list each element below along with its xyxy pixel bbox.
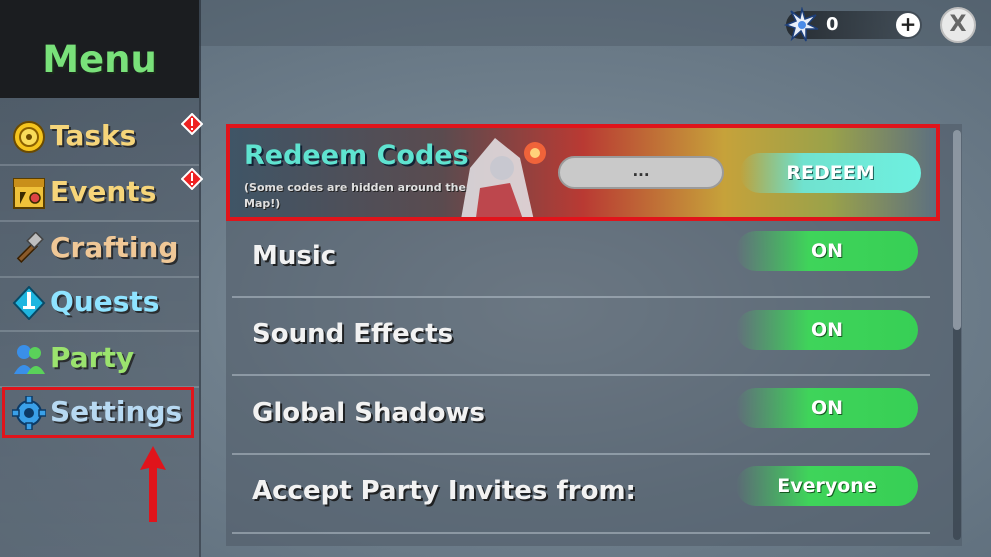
quest-sword-icon xyxy=(12,286,46,320)
setting-label: Accept Party Invites from: xyxy=(252,476,636,506)
sidebar: Menu Tasks Events Crafting Quests Party … xyxy=(0,0,201,557)
sidebar-item-events[interactable]: Events xyxy=(0,166,199,222)
music-toggle[interactable]: ON xyxy=(736,231,918,271)
code-input[interactable]: ... xyxy=(558,156,724,189)
settings-highlight-box xyxy=(2,387,194,438)
next-setting-row xyxy=(232,532,930,554)
currency-display: 0 + xyxy=(784,7,922,42)
sidebar-item-label: Crafting xyxy=(50,231,179,264)
sidebar-item-crafting[interactable]: Crafting xyxy=(0,222,199,278)
sidebar-item-party[interactable]: Party xyxy=(0,332,199,388)
sidebar-item-label: Quests xyxy=(50,285,160,318)
setting-row-sound-effects: Sound Effects ON xyxy=(232,299,930,376)
menu-header: Menu xyxy=(0,0,199,98)
redeem-codes-row: Redeem Codes (Some codes are hidden arou… xyxy=(226,124,940,221)
sidebar-item-label: Tasks xyxy=(50,119,137,152)
events-calendar-icon xyxy=(13,178,45,209)
annotation-arrow-icon xyxy=(140,446,166,522)
global-shadows-toggle[interactable]: ON xyxy=(736,388,918,428)
party-people-icon xyxy=(14,345,45,374)
setting-row-global-shadows: Global Shadows ON xyxy=(232,378,930,455)
hammer-icon xyxy=(16,232,44,263)
crystal-currency-icon xyxy=(784,7,819,42)
menu-title: Menu xyxy=(42,38,157,81)
setting-row-music: Music ON xyxy=(232,221,930,298)
redeem-codes-hint: (Some codes are hidden around the Map!) xyxy=(244,181,466,210)
sidebar-item-label: Party xyxy=(50,341,135,374)
sidebar-item-label: Events xyxy=(50,175,157,208)
sound-effects-toggle[interactable]: ON xyxy=(736,310,918,350)
currency-amount: 0 xyxy=(826,14,839,35)
setting-row-party-invites: Accept Party Invites from: Everyone xyxy=(232,456,930,533)
party-invites-selector[interactable]: Everyone xyxy=(736,466,918,506)
events-alert-icon xyxy=(181,168,203,190)
tasks-coin-icon xyxy=(13,121,45,153)
sidebar-item-quests[interactable]: Quests xyxy=(0,276,199,332)
redeem-button[interactable]: REDEEM xyxy=(740,153,921,193)
scrollbar-thumb[interactable] xyxy=(953,130,961,330)
setting-label: Music xyxy=(252,241,337,271)
tasks-alert-icon xyxy=(181,113,203,135)
add-currency-button[interactable]: + xyxy=(896,13,920,37)
close-button[interactable]: X xyxy=(940,7,976,43)
redeem-codes-title: Redeem Codes xyxy=(244,140,469,171)
setting-label: Global Shadows xyxy=(252,398,485,428)
sidebar-item-tasks[interactable]: Tasks xyxy=(0,110,199,166)
setting-label: Sound Effects xyxy=(252,319,454,349)
